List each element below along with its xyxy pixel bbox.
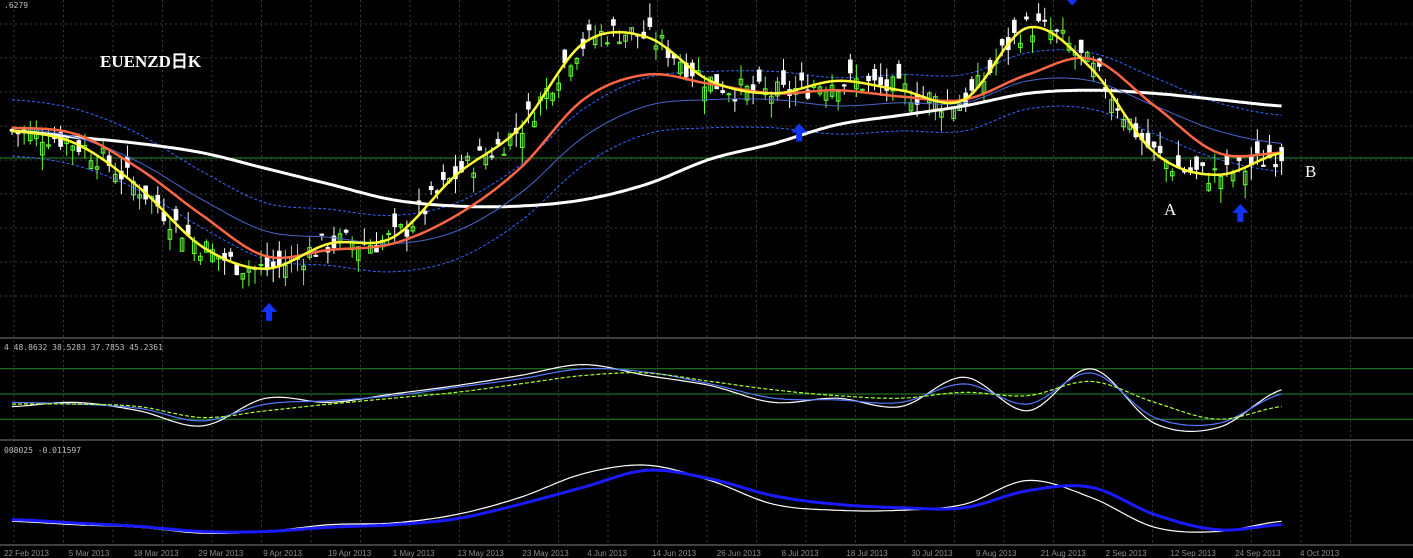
x-tick-label: 14 Jun 2013	[652, 549, 697, 558]
x-tick-label: 12 Sep 2013	[1170, 549, 1216, 558]
candle-body	[611, 19, 616, 26]
candle-body	[1054, 29, 1060, 32]
x-tick-label: 18 Jul 2013	[846, 549, 888, 558]
candle-body	[1012, 19, 1017, 33]
macd-header: 008025 -0.011597	[4, 446, 81, 455]
candle-body	[1212, 168, 1218, 171]
candle-body	[228, 251, 233, 257]
candle-body	[999, 39, 1005, 46]
candle-body	[173, 208, 179, 221]
x-tick-label: 9 Aug 2013	[976, 549, 1017, 558]
x-tick-label: 9 Apr 2013	[263, 549, 302, 558]
candle-body	[343, 229, 349, 233]
x-tick-label: 30 Jul 2013	[911, 549, 953, 558]
candle-body	[872, 68, 877, 81]
candle-body	[1200, 162, 1205, 167]
candle-body	[878, 77, 883, 86]
x-tick-label: 5 Mar 2013	[69, 549, 110, 558]
price-header: .6279	[4, 1, 28, 10]
x-tick-label: 2 Sep 2013	[1106, 549, 1147, 558]
x-tick-label: 29 Mar 2013	[198, 549, 243, 558]
candle-body	[1176, 155, 1181, 168]
candle-body	[489, 155, 495, 158]
candle-body	[386, 233, 391, 236]
x-tick-label: 26 Jun 2013	[717, 549, 762, 558]
annotation-b: B	[1305, 162, 1316, 181]
candle-body	[586, 24, 592, 31]
candle-body	[841, 84, 847, 87]
forex-chart: .6279 EUENZD日K A B 4 48.8632 38.5283 37.…	[0, 0, 1413, 558]
annotation-a: A	[1164, 200, 1177, 219]
candle-body	[896, 63, 902, 79]
x-tick-label: 23 May 2013	[522, 549, 569, 558]
candle-body	[428, 186, 434, 191]
candle-body	[605, 42, 610, 45]
candle-body	[526, 101, 531, 110]
x-tick-label: 22 Feb 2013	[4, 549, 49, 558]
candle-body	[866, 75, 871, 82]
candle-body	[1194, 156, 1199, 170]
x-tick-label: 21 Aug 2013	[1041, 549, 1086, 558]
candle-body	[501, 153, 507, 156]
x-tick-label: 19 Apr 2013	[328, 549, 372, 558]
candle-body	[258, 264, 264, 267]
candle-body	[1236, 156, 1242, 161]
candle-body	[1078, 39, 1084, 53]
chart-title: EUENZD日K	[100, 52, 202, 71]
candle-body	[714, 74, 719, 90]
candle-body	[1042, 19, 1048, 22]
candle-body	[319, 233, 325, 236]
candle-body	[392, 213, 398, 228]
candle-body	[1024, 16, 1029, 20]
x-axis: 22 Feb 2013 5 Mar 2013 18 Mar 2013 29 Mar 2…	[4, 549, 1340, 558]
candle-body	[1157, 145, 1163, 154]
x-tick-label: 4 Oct 2013	[1300, 549, 1340, 558]
candle-body	[647, 17, 653, 27]
candle-body	[1036, 13, 1041, 22]
candle-body	[477, 146, 483, 151]
candle-body	[1255, 141, 1260, 154]
x-tick-label: 1 May 2013	[393, 549, 435, 558]
candle-body	[313, 254, 319, 257]
x-tick-label: 8 Jul 2013	[782, 549, 819, 558]
candle-body	[860, 88, 865, 91]
candle-body	[726, 93, 732, 96]
x-tick-label: 4 Jun 2013	[587, 549, 627, 558]
stoch-header: 4 48.8632 38.5283 37.7853 45.2361	[4, 343, 163, 352]
candle-body	[756, 69, 762, 82]
candle-body	[441, 172, 446, 180]
candle-body	[1115, 108, 1120, 111]
candle-body	[495, 138, 501, 145]
candle-body	[1261, 164, 1266, 167]
candle-body	[969, 79, 975, 91]
candle-body	[848, 59, 853, 74]
candle-body	[422, 210, 428, 215]
candle-body	[1151, 141, 1157, 148]
candle-body	[781, 70, 786, 85]
x-tick-label: 24 Sep 2013	[1235, 549, 1281, 558]
candle-body	[799, 72, 805, 81]
candle-body	[720, 90, 726, 94]
candle-body	[1273, 163, 1278, 168]
x-tick-label: 13 May 2013	[458, 549, 505, 558]
x-tick-label: 18 Mar 2013	[134, 549, 179, 558]
candle-body	[404, 229, 410, 237]
